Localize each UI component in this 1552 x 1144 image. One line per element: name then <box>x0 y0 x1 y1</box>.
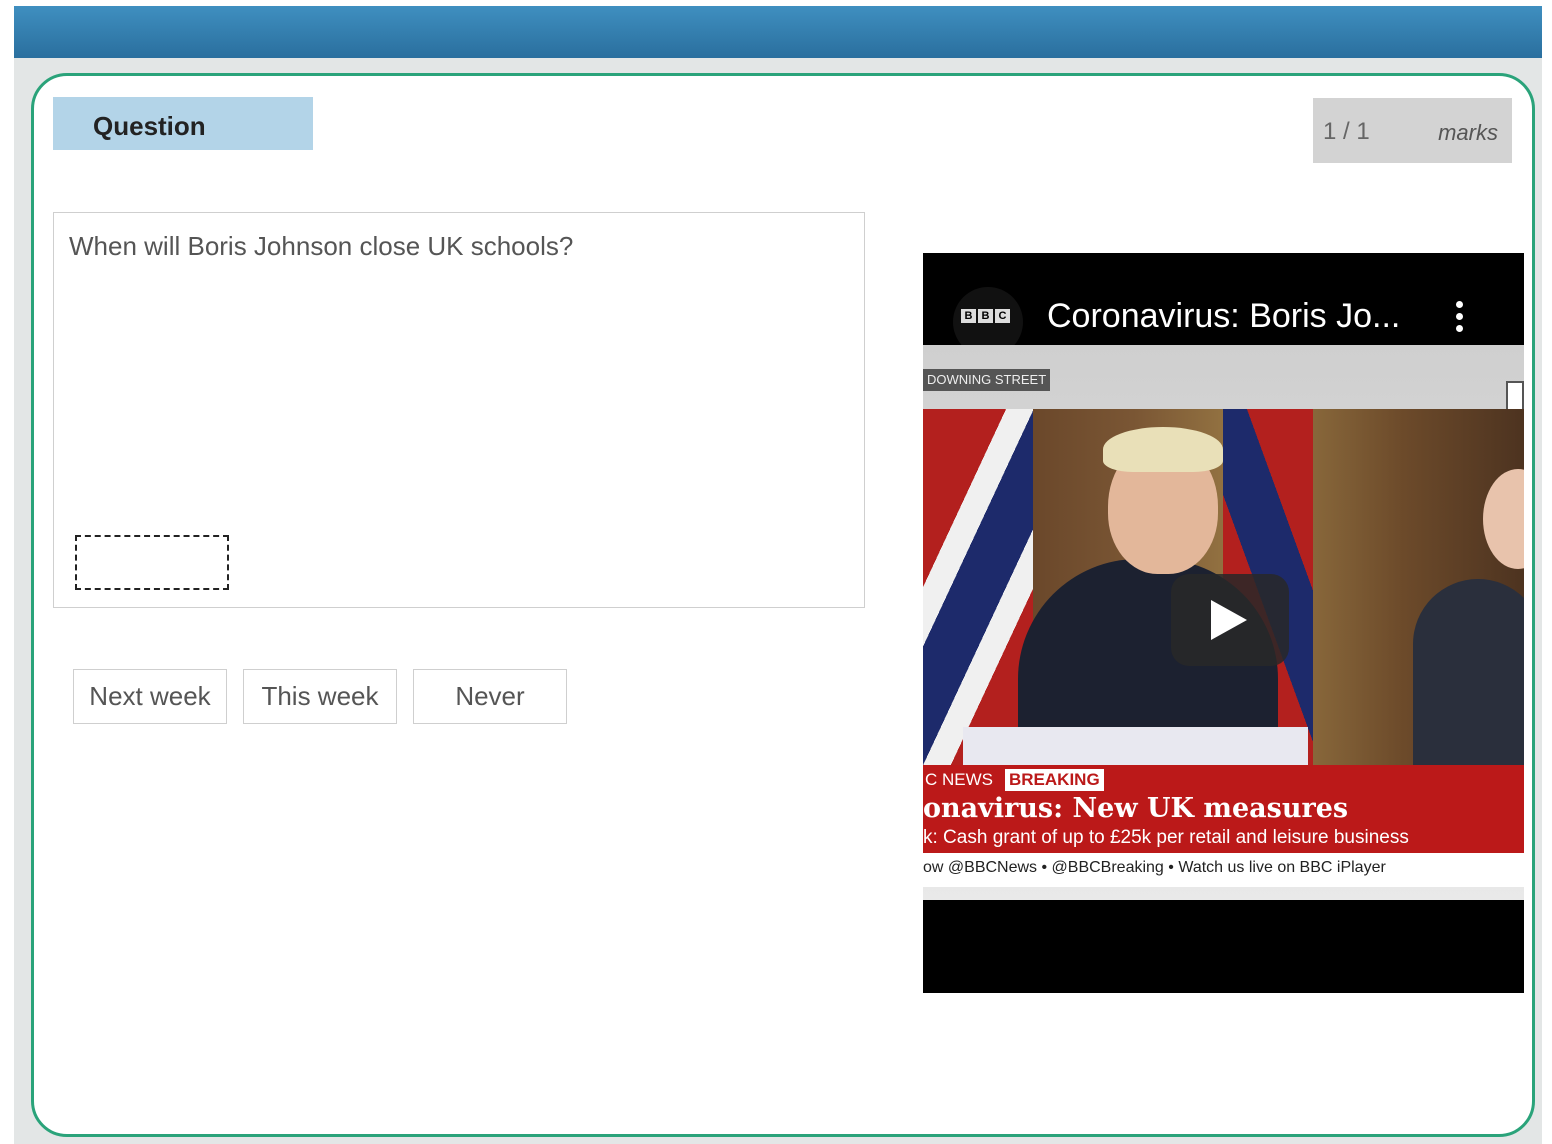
play-icon[interactable] <box>1171 574 1289 666</box>
video-thumbnail <box>923 409 1524 767</box>
question-tab-label: Question <box>93 111 206 141</box>
location-tag: DOWNING STREET <box>923 369 1051 391</box>
question-text: When will Boris Johnson close UK schools… <box>69 231 574 261</box>
video-frame: DOWNING STREET C NEWS BREAKING onavirus:… <box>923 345 1524 900</box>
bbc-logo-letter: B <box>978 309 993 323</box>
breaking-tag: BREAKING <box>1005 769 1104 791</box>
option-never[interactable]: Never <box>413 669 567 724</box>
news-banner: C NEWS BREAKING onavirus: New UK measure… <box>923 765 1524 853</box>
news-ticker: ow @BBCNews • @BBCBreaking • Watch us li… <box>923 853 1524 887</box>
news-subline: k: Cash grant of up to £25k per retail a… <box>923 827 1409 848</box>
top-bar <box>14 6 1542 58</box>
video-header: B B C Coronavirus: Boris Jo... <box>923 253 1524 357</box>
option-next-week[interactable]: Next week <box>73 669 227 724</box>
speaker-hair <box>1103 427 1223 472</box>
more-options-icon[interactable] <box>1456 301 1468 337</box>
left-gutter <box>0 0 14 1144</box>
signer-figure <box>1413 579 1524 767</box>
bbc-logo: B B C <box>961 309 1010 323</box>
news-headline: onavirus: New UK measures <box>923 793 1349 824</box>
video-player[interactable]: B B C Coronavirus: Boris Jo... DOWNING S… <box>923 253 1524 993</box>
bbc-logo-letter: B <box>961 309 976 323</box>
option-this-week[interactable]: This week <box>243 669 397 724</box>
news-tag: C NEWS <box>925 770 993 789</box>
marks-label: marks <box>1438 120 1498 145</box>
signer-head <box>1483 469 1524 569</box>
bbc-logo-letter: C <box>995 309 1010 323</box>
question-box: When will Boris Johnson close UK schools… <box>53 212 865 608</box>
answer-drop-zone[interactable] <box>75 535 229 590</box>
podium <box>963 727 1308 767</box>
question-tab: Question <box>53 97 313 150</box>
video-title[interactable]: Coronavirus: Boris Jo... <box>1047 297 1400 336</box>
marks-badge: 1 / 1 marks <box>1313 98 1512 163</box>
union-flag <box>923 409 1033 767</box>
marks-score: 1 / 1 <box>1323 118 1370 145</box>
